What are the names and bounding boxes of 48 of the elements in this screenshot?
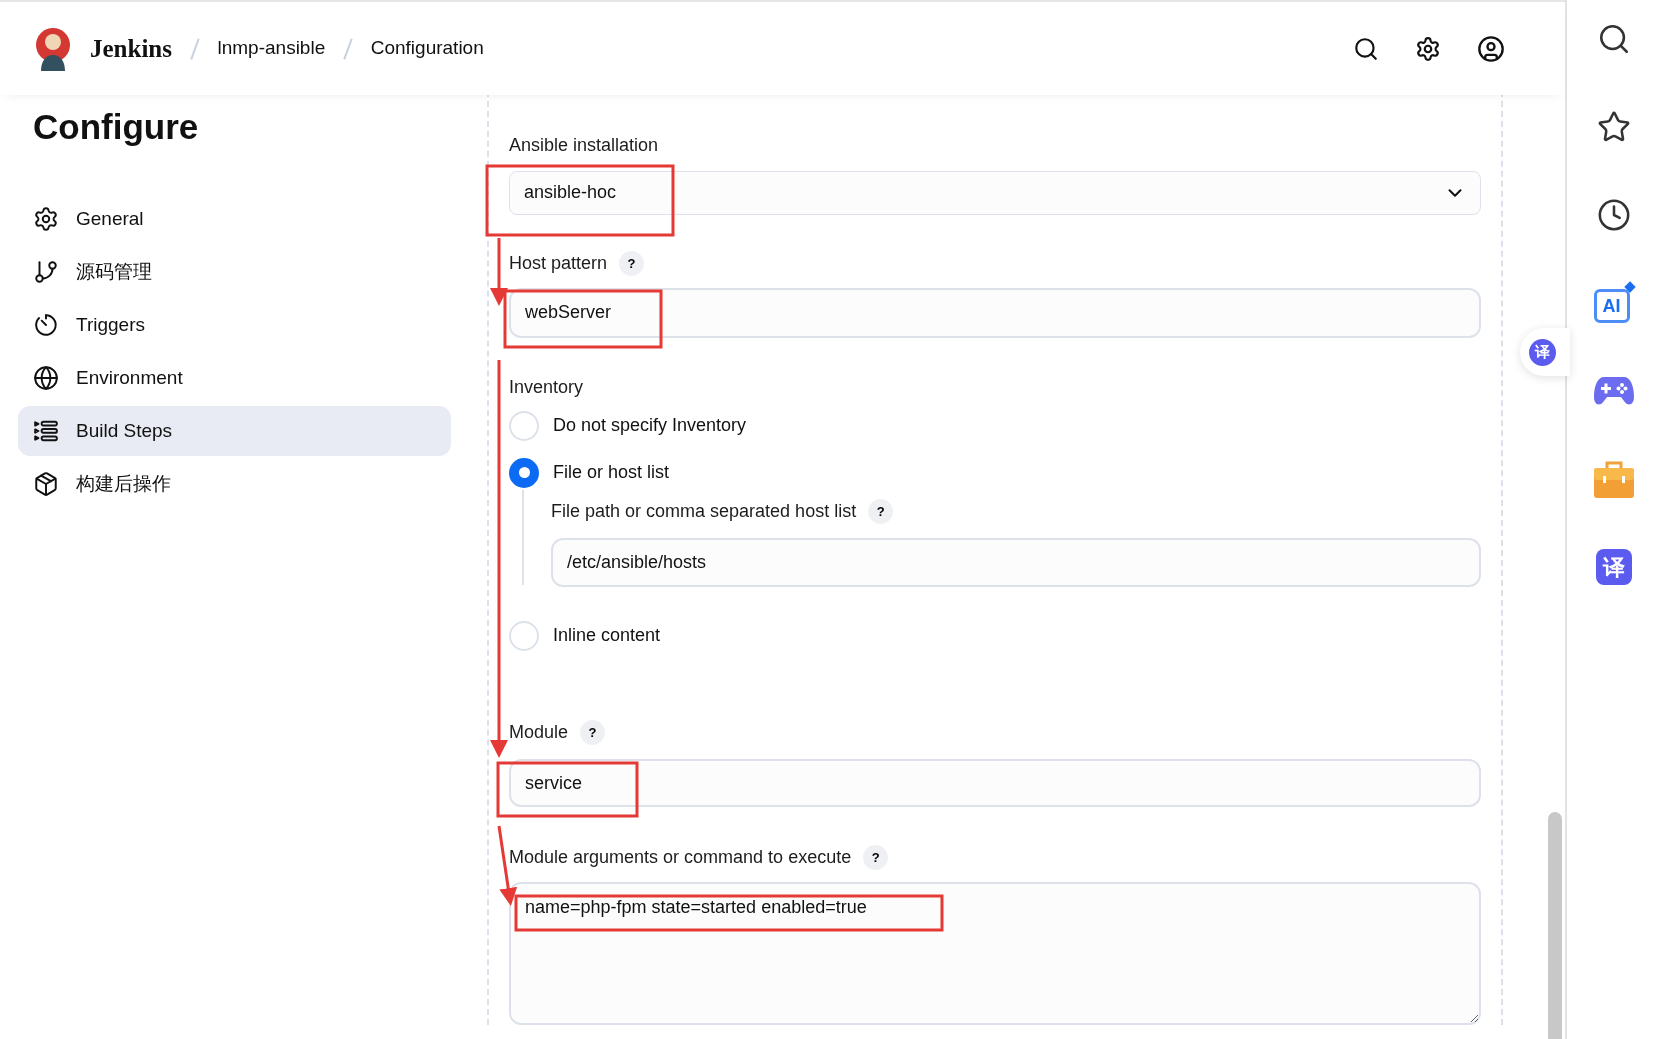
breadcrumb-link[interactable]: Configuration <box>370 34 484 63</box>
sidebar-item[interactable]: Environment <box>18 353 451 403</box>
radio-button[interactable] <box>509 410 539 441</box>
page-title: Configure <box>32 107 200 147</box>
timer-icon <box>33 312 59 338</box>
help-button[interactable]: ? <box>619 251 645 277</box>
user-icon[interactable] <box>1477 34 1505 63</box>
sidebar-item[interactable]: General <box>18 194 451 244</box>
translate-button[interactable]: 译 <box>1520 328 1570 376</box>
field-label: Host pattern <box>509 252 608 276</box>
help-button[interactable]: ? <box>863 844 889 870</box>
radio-button[interactable] <box>509 457 539 488</box>
settings-icon[interactable] <box>1415 35 1441 62</box>
breadcrumb-link[interactable]: lnmp-ansible <box>217 34 326 63</box>
help-button[interactable]: ? <box>868 499 894 525</box>
clock-icon[interactable] <box>1596 198 1631 232</box>
translate-icon[interactable]: 译 <box>1595 549 1632 585</box>
globe-icon <box>33 365 59 391</box>
radio-label: Inline content <box>553 624 661 648</box>
field-label: Module <box>509 721 569 745</box>
field-label: Inventory <box>509 376 584 400</box>
branch-icon <box>33 259 59 285</box>
sidebar-item[interactable]: Build Steps <box>18 406 451 456</box>
settings-icon <box>33 206 59 232</box>
sidebar-item[interactable]: 构建后操作 <box>18 459 451 509</box>
text-field[interactable]: /etc/ansible/hosts <box>551 537 1481 587</box>
sidebar-item[interactable]: Triggers <box>18 300 451 350</box>
radio-label: Do not specify Inventory <box>553 414 747 438</box>
field-label: Module arguments or command to execute <box>509 845 852 869</box>
brand-name[interactable]: Jenkins <box>90 29 172 68</box>
annotation-arrow <box>490 238 508 306</box>
search-icon[interactable] <box>1353 35 1379 62</box>
logo-icon[interactable] <box>35 26 71 71</box>
text-area[interactable]: name=php-fpm state=started enabled=true <box>509 882 1481 1025</box>
text-field[interactable]: service <box>509 758 1481 808</box>
scrollbar[interactable] <box>1548 812 1562 1039</box>
text-field[interactable]: webServer <box>509 287 1481 338</box>
radio-button[interactable] <box>509 620 539 651</box>
field-label: File path or comma separated host list <box>551 500 857 524</box>
field-label: Ansible installation <box>509 134 659 158</box>
package-icon <box>33 471 59 497</box>
list-icon <box>33 418 59 444</box>
select-field[interactable]: ansible-hoc <box>509 170 1481 215</box>
gamepad-icon[interactable] <box>1593 375 1634 407</box>
help-button[interactable]: ? <box>580 720 606 746</box>
sidebar-item[interactable]: 源码管理 <box>18 247 451 297</box>
star-icon[interactable] <box>1596 110 1631 144</box>
radio-label: File or host list <box>553 461 670 485</box>
